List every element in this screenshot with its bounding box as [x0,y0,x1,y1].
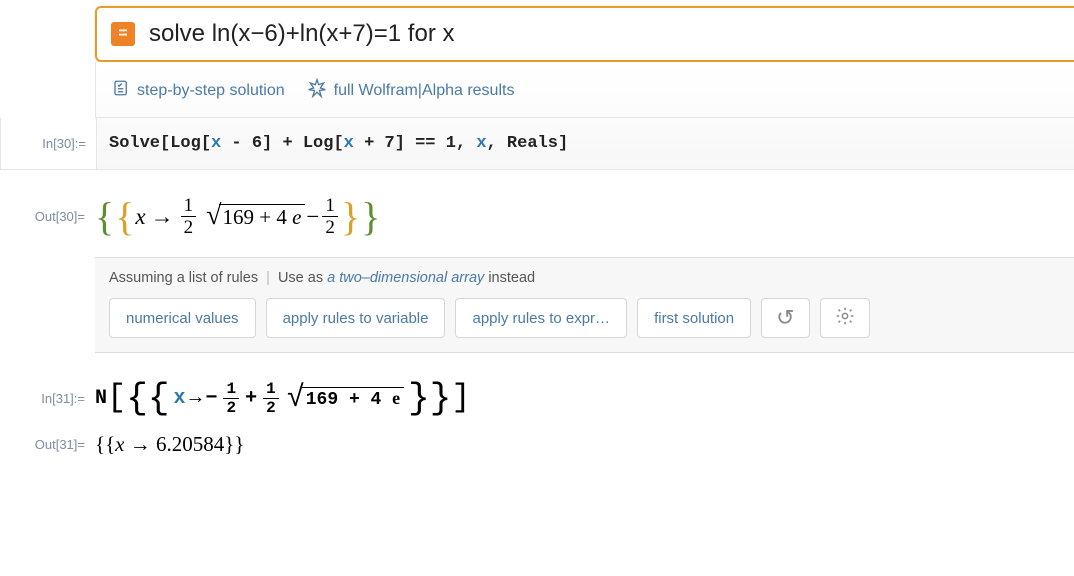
outer-brace-close: } [361,203,380,231]
full-results-label: full Wolfram|Alpha results [334,82,515,100]
two-dimensional-array-link[interactable]: a two–dimensional array [327,270,484,286]
use-as-text: Use as [278,270,323,286]
fraction-half-3: 1 2 [223,381,239,416]
rule-arrow-2: → [189,387,201,410]
n-function: N [95,387,107,410]
input-code-cell: In[30]:= Solve[Log[x - 6] + Log[x + 7] =… [0,118,1074,170]
step-by-step-label: step-by-step solution [137,82,285,100]
outer-brace-open: { [95,203,114,231]
numerical-values-button[interactable]: numerical values [109,298,256,338]
out30-row: Out[30]= { { x → 1 2 √ 169 + 4 e − 1 2 }… [0,170,1074,257]
square-root: √ 169 + 4 e [206,204,305,230]
checklist-icon [112,79,130,102]
code-content[interactable]: Solve[Log[x - 6] + Log[x + 7] == 1, x, R… [96,118,1074,169]
gear-icon [835,306,855,330]
full-results-link[interactable]: full Wolfram|Alpha results [307,78,515,103]
plus-sign: + [245,387,257,410]
apply-rules-expr-button[interactable]: apply rules to expr… [455,298,627,338]
out30-label: Out[30]= [0,209,95,224]
variable-x-2: x [173,387,185,410]
out31-label: Out[31]= [0,437,95,452]
inner-brace-close: } [341,203,360,231]
in31-row: In[31]:= N [ { { x → − 1 2 + 1 2 √ 169 +… [0,353,1074,422]
alpha-query-text[interactable]: solve ln(x−6)+ln(x+7)=1 for x [149,20,454,48]
out31-row: Out[31]= {{x → 6.20584}} [0,422,1074,467]
rule-arrow: → [147,204,178,230]
minus-sign: − [306,204,319,230]
settings-button[interactable] [820,298,870,338]
outer-brace-close-2: } [430,388,452,410]
spikey-icon [307,78,327,103]
inner-brace-close-2: } [408,388,430,410]
fraction-half-4: 1 2 [263,381,279,416]
bracket-close: ] [451,387,470,409]
step-by-step-link[interactable]: step-by-step solution [112,79,285,102]
n-expression[interactable]: N [ { { x → − 1 2 + 1 2 √ 169 + 4 e } } … [95,381,471,416]
inner-brace-open: { [115,203,134,231]
outer-brace-open-2: { [126,388,148,410]
out30-expression[interactable]: { { x → 1 2 √ 169 + 4 e − 1 2 } } [95,196,380,237]
square-root-2: √ 169 + 4 e [287,387,404,410]
solve-expression: Solve[Log[x - 6] + Log[x + 7] == 1, x, R… [109,134,568,153]
wolfram-alpha-icon: = [111,22,135,46]
assume-line: Assuming a list of rules | Use as a two–… [109,270,1060,286]
wolfram-alpha-query-box[interactable]: = solve ln(x−6)+ln(x+7)=1 for x [95,6,1074,62]
refresh-icon: ↺ [776,305,794,331]
variable-x: x [135,204,145,230]
first-solution-button[interactable]: first solution [637,298,751,338]
in31-label: In[31]:= [0,391,95,406]
in30-label: In[30]:= [1,136,96,151]
suggestions-panel: Assuming a list of rules | Use as a two–… [95,257,1074,353]
alpha-links-bar: step-by-step solution full Wolfram|Alpha… [95,62,1074,118]
out31-value[interactable]: {{x → 6.20584}} [95,432,244,457]
fraction-half-2: 1 2 [322,196,338,237]
assume-prefix: Assuming a list of rules [109,270,258,286]
inner-brace-open-2: { [148,388,170,410]
unary-minus: − [205,387,217,410]
refresh-button[interactable]: ↺ [761,298,809,338]
bracket-open: [ [107,387,126,409]
fraction-half: 1 2 [181,196,197,237]
instead-text: instead [488,270,535,286]
apply-rules-variable-button[interactable]: apply rules to variable [266,298,446,338]
